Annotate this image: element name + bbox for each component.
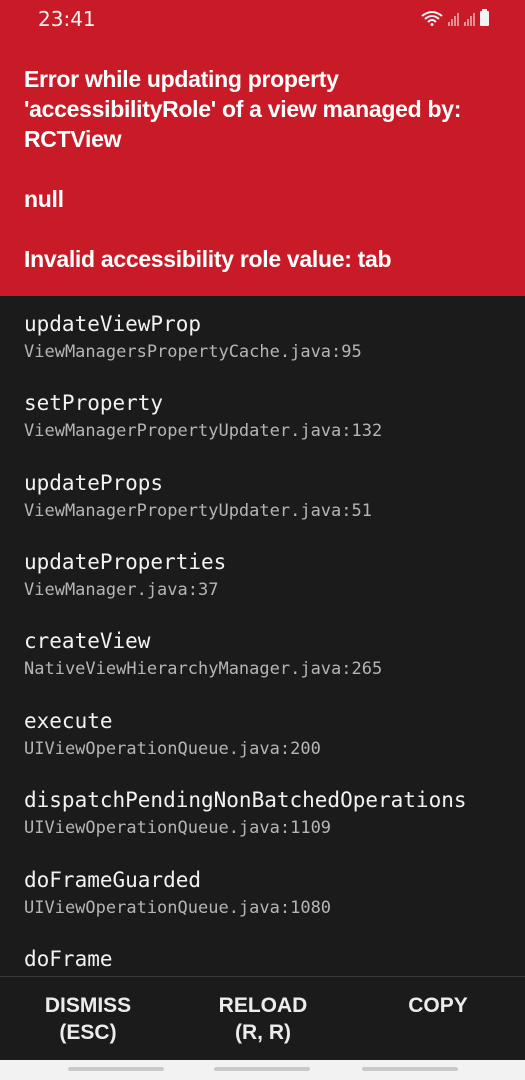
frame-method: createView [24, 629, 151, 653]
stack-frame[interactable]: setProperty ViewManagerPropertyUpdater.j… [24, 390, 382, 442]
frame-file: NativeViewHierarchyManager.java:265 [24, 659, 383, 679]
signal-icon [448, 12, 459, 26]
reload-shortcut: (R, R) [235, 1021, 291, 1044]
frame-file: ViewManagersPropertyCache.java:95 [24, 342, 362, 362]
dismiss-label: DISMISS [44, 994, 132, 1017]
status-bar: 23:41 [0, 0, 525, 36]
copy-label: COPY [408, 994, 468, 1017]
wifi-icon [421, 11, 443, 26]
status-icons [421, 8, 489, 26]
frame-method: setProperty [24, 391, 164, 415]
signal-icon [464, 12, 475, 26]
stack-frame[interactable]: updateProps ViewManagerPropertyUpdater.j… [24, 470, 372, 522]
stack-trace[interactable]: updateViewProp ViewManagersPropertyCache… [0, 296, 525, 976]
status-time: 23:41 [38, 7, 96, 31]
stack-frame[interactable]: createView NativeViewHierarchyManager.ja… [24, 628, 382, 680]
frame-method: execute [24, 709, 113, 733]
frame-file: ViewManagerPropertyUpdater.java:51 [24, 501, 372, 521]
frame-method: updateViewProp [24, 312, 202, 336]
nav-handle[interactable] [214, 1067, 310, 1071]
stack-frame[interactable]: doFrame [24, 946, 113, 972]
frame-method: updateProps [24, 471, 164, 495]
frame-method: doFrameGuarded [24, 868, 202, 892]
stack-frame[interactable]: doFrameGuarded UIViewOperationQueue.java… [24, 867, 331, 919]
frame-file: UIViewOperationQueue.java:1109 [24, 818, 332, 838]
frame-file: ViewManager.java:37 [24, 580, 219, 600]
error-header: Error while updating property 'accessibi… [0, 36, 525, 296]
frame-method: dispatchPendingNonBatchedOperations [24, 788, 467, 812]
nav-handle[interactable] [68, 1067, 164, 1071]
stack-frame[interactable]: execute UIViewOperationQueue.java:200 [24, 708, 321, 760]
navigation-bar [0, 1060, 525, 1080]
stack-frame[interactable]: updateViewProp ViewManagersPropertyCache… [24, 311, 362, 363]
stack-frame[interactable]: updateProperties ViewManager.java:37 [24, 549, 226, 601]
error-message: Invalid accessibility role value: tab [24, 246, 392, 272]
frame-method: doFrame [24, 947, 113, 971]
frame-file: ViewManagerPropertyUpdater.java:132 [24, 421, 383, 441]
reload-label: RELOAD [218, 994, 308, 1017]
frame-file: UIViewOperationQueue.java:1080 [24, 898, 332, 918]
stack-frame[interactable]: dispatchPendingNonBatchedOperations UIVi… [24, 787, 467, 839]
frame-file: UIViewOperationQueue.java:200 [24, 739, 321, 759]
dismiss-shortcut: (ESC) [59, 1021, 117, 1044]
reload-button[interactable]: RELOAD (R, R) [198, 992, 328, 1046]
frame-method: updateProperties [24, 550, 227, 574]
nav-handle[interactable] [362, 1067, 458, 1071]
footer-toolbar: DISMISS (ESC) RELOAD (R, R) COPY [0, 976, 525, 1060]
error-null: null [24, 186, 64, 212]
dismiss-button[interactable]: DISMISS (ESC) [23, 992, 153, 1046]
error-title: Error while updating property 'accessibi… [24, 66, 462, 152]
battery-icon [480, 9, 489, 26]
copy-button[interactable]: COPY [373, 992, 503, 1019]
